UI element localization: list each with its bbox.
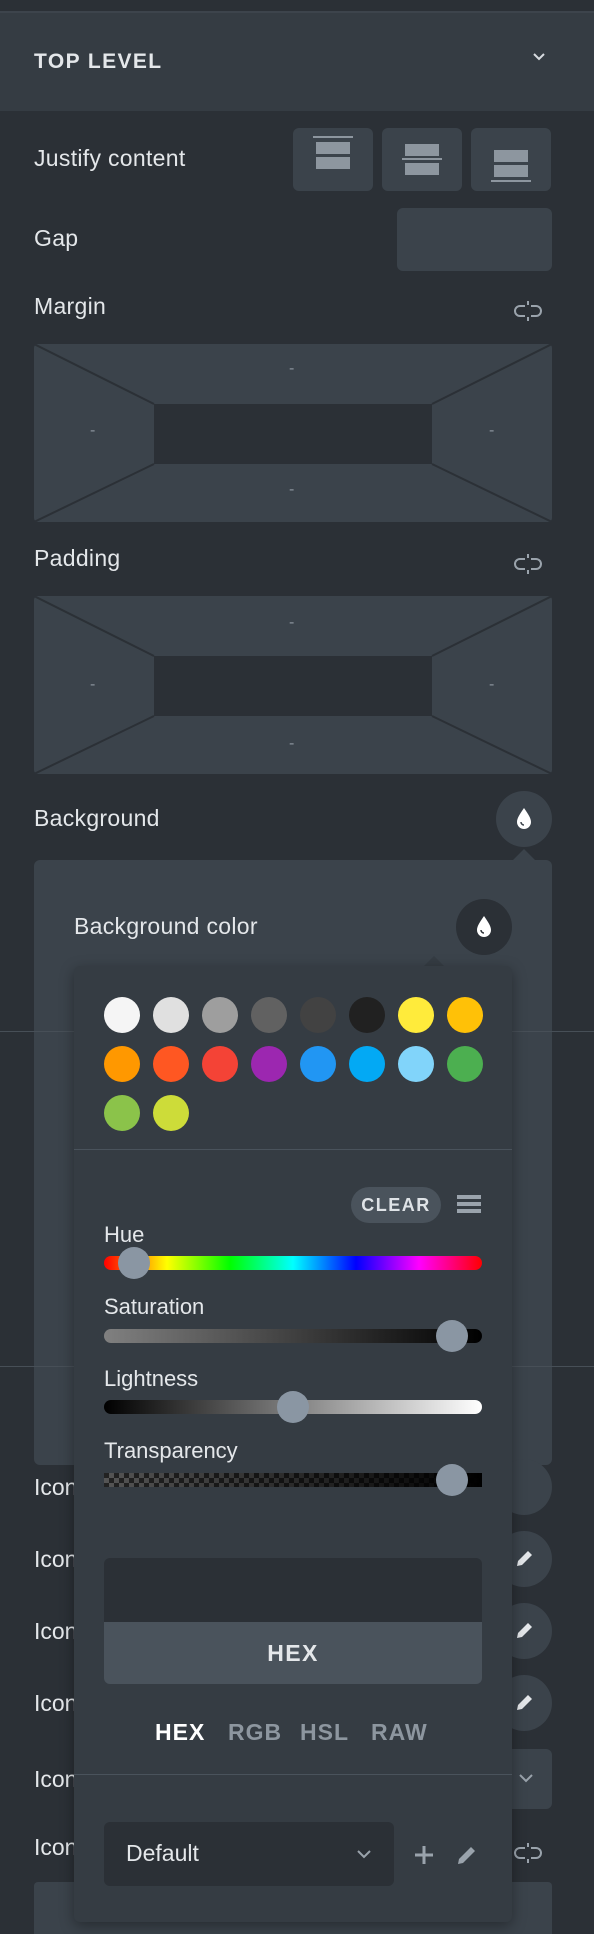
clear-button[interactable]: CLEAR — [351, 1187, 441, 1223]
color-drop-icon — [477, 916, 491, 937]
justify-center-button[interactable] — [382, 128, 462, 191]
align-middle-icon — [402, 144, 442, 175]
padding-top-input[interactable]: - — [289, 614, 294, 632]
menu-lines-icon[interactable] — [457, 1193, 481, 1215]
preset-select[interactable]: Default — [104, 1822, 394, 1886]
color-swatch[interactable] — [349, 997, 385, 1033]
background-label: Background — [34, 805, 160, 831]
icon-row-label: Icon — [34, 1834, 78, 1860]
icon-row-label: Icon — [34, 1546, 78, 1572]
gap-input[interactable] — [397, 208, 552, 271]
background-color-button[interactable] — [456, 899, 512, 955]
color-swatch[interactable] — [104, 997, 140, 1033]
chevron-down-icon — [357, 1850, 371, 1859]
justify-content-label: Justify content — [34, 145, 186, 171]
divider — [0, 1031, 74, 1032]
color-swatch[interactable] — [447, 997, 483, 1033]
background-toggle-button[interactable] — [496, 791, 552, 847]
divider — [0, 1366, 74, 1367]
color-swatch[interactable] — [104, 1095, 140, 1131]
color-swatch[interactable] — [300, 1046, 336, 1082]
padding-bottom-input[interactable]: - — [289, 735, 294, 753]
section-title: TOP LEVEL — [34, 50, 163, 73]
margin-label: Margin — [34, 293, 107, 319]
color-swatch[interactable] — [202, 997, 238, 1033]
color-swatch[interactable] — [300, 997, 336, 1033]
color-swatch[interactable] — [398, 1046, 434, 1082]
hue-slider-handle[interactable] — [117, 1247, 150, 1279]
mode-hsl-tab[interactable]: HSL — [300, 1719, 349, 1746]
preset-select-value: Default — [126, 1840, 199, 1866]
add-icon[interactable] — [412, 1843, 436, 1867]
color-drop-icon — [517, 808, 531, 829]
color-swatch[interactable] — [202, 1046, 238, 1082]
chevron-down-icon[interactable] — [532, 50, 546, 64]
background-color-label: Background color — [74, 913, 258, 939]
lightness-label: Lightness — [104, 1366, 199, 1391]
color-swatch[interactable] — [398, 997, 434, 1033]
divider — [512, 1366, 594, 1367]
color-swatch[interactable] — [349, 1046, 385, 1082]
picker-divider — [74, 1149, 512, 1150]
top-divider — [0, 0, 594, 13]
lightness-slider-handle[interactable] — [277, 1391, 309, 1423]
pencil-icon[interactable] — [454, 1842, 480, 1868]
link-icon[interactable] — [514, 300, 542, 322]
link-icon[interactable] — [514, 1842, 542, 1864]
align-bottom-icon — [491, 150, 531, 182]
hue-label: Hue — [104, 1222, 145, 1247]
icon-row-label: Icon — [34, 1474, 78, 1500]
margin-top-input[interactable]: - — [289, 360, 294, 378]
link-icon[interactable] — [514, 553, 542, 575]
divider — [512, 1031, 594, 1032]
saturation-slider-handle[interactable] — [436, 1320, 469, 1352]
color-swatch[interactable] — [153, 1095, 189, 1131]
margin-right-input[interactable]: - — [489, 422, 494, 440]
mode-raw-tab[interactable]: RAW — [371, 1719, 428, 1746]
color-swatch[interactable] — [104, 1046, 140, 1082]
picker-divider — [74, 1774, 512, 1775]
hex-input[interactable] — [104, 1558, 482, 1622]
mode-hex-tab[interactable]: HEX — [155, 1719, 205, 1746]
color-swatch[interactable] — [251, 997, 287, 1033]
format-toggle-button[interactable]: HEX — [104, 1622, 482, 1684]
icon-row-label: Icon — [34, 1690, 78, 1716]
transparency-slider[interactable] — [104, 1473, 482, 1487]
padding-label: Padding — [34, 545, 121, 571]
icon-row-label: Icon — [34, 1618, 78, 1644]
align-top-icon — [313, 136, 353, 169]
color-swatch[interactable] — [153, 1046, 189, 1082]
saturation-slider[interactable] — [104, 1329, 482, 1343]
saturation-label: Saturation — [104, 1294, 205, 1319]
justify-end-button[interactable] — [471, 128, 551, 191]
padding-right-input[interactable]: - — [489, 676, 494, 694]
icon-row-label: Icon — [34, 1766, 78, 1792]
mode-rgb-tab[interactable]: RGB — [228, 1719, 282, 1746]
padding-left-input[interactable]: - — [90, 676, 95, 694]
justify-start-button[interactable] — [293, 128, 373, 191]
color-swatch[interactable] — [447, 1046, 483, 1082]
color-swatch[interactable] — [153, 997, 189, 1033]
margin-bottom-input[interactable]: - — [289, 481, 294, 499]
color-swatch[interactable] — [251, 1046, 287, 1082]
gap-label: Gap — [34, 225, 79, 251]
transparency-slider-handle[interactable] — [436, 1464, 469, 1496]
transparency-label: Transparency — [104, 1438, 238, 1463]
margin-left-input[interactable]: - — [90, 422, 95, 440]
hue-slider[interactable] — [104, 1256, 482, 1270]
